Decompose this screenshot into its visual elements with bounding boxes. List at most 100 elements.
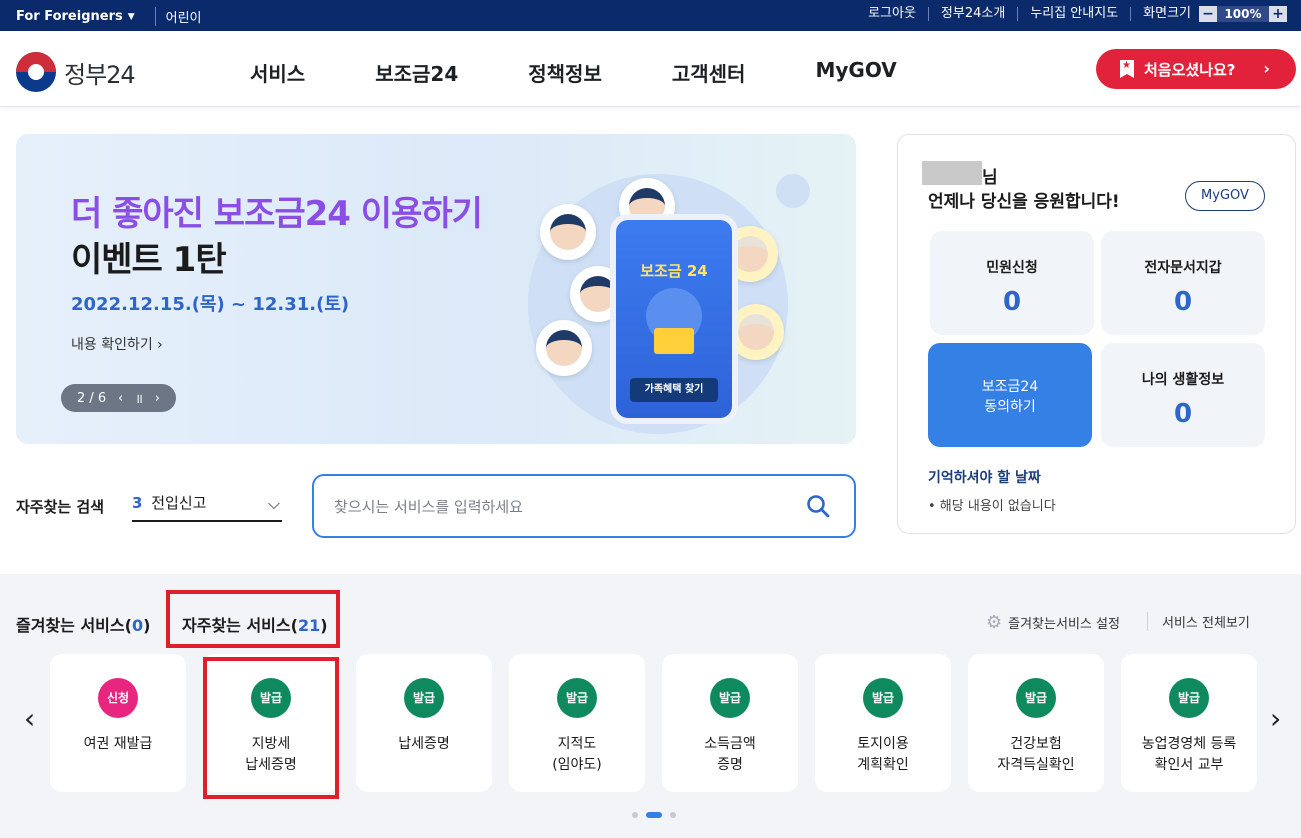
banner-date: 2022.12.15.(목) ~ 12.31.(토) [71, 294, 350, 315]
carousel-dot-active[interactable] [646, 812, 662, 818]
tile-count: 0 [1002, 287, 1022, 317]
chevron-right-icon: › [1263, 59, 1270, 78]
service-search-box [312, 474, 856, 538]
logo-text: 정부24 [64, 60, 136, 89]
tile-applications[interactable]: 민원신청 0 [930, 231, 1094, 335]
tile-count: 0 [1173, 399, 1193, 429]
status-badge: 발급 [1016, 678, 1056, 718]
status-badge: 신청 [98, 678, 138, 718]
service-card[interactable]: 발급 지적도 (임야도) [509, 654, 645, 792]
top-left-links: For Foreigners ▼ 어린이 [16, 7, 202, 26]
remember-dates-title[interactable]: 기억하셔야 할 날짜 [928, 467, 1041, 487]
global-nav: 서비스 보조금24 정책정보 고객센터 MyGOV [250, 58, 967, 87]
frequent-search-rank: 3 [132, 494, 143, 512]
nav-customer-center[interactable]: 고객센터 [672, 58, 746, 87]
carousel-dots [632, 812, 684, 818]
name-suffix: 님 [982, 168, 998, 188]
carousel-dot[interactable] [632, 812, 638, 818]
search-icon[interactable] [806, 494, 830, 518]
person-face-icon [540, 204, 596, 260]
banner-headline: 더 좋아진 보조금24 이용하기 [71, 194, 483, 234]
top-right-links: 로그아웃 정부24소개 누리집 안내지도 화면크기 − 100% + [856, 6, 1287, 22]
nav-subsidy24[interactable]: 보조금24 [375, 58, 458, 87]
carousel-dot[interactable] [670, 812, 676, 818]
masked-user-name [922, 161, 982, 185]
service-card[interactable]: 발급 소득금액 증명 [662, 654, 798, 792]
nav-services[interactable]: 서비스 [250, 58, 305, 87]
status-badge: 발급 [557, 678, 597, 718]
frequent-search-value: 전입신고 [151, 494, 207, 512]
settings-label: 즐겨찾는서비스 설정 [1008, 617, 1120, 632]
next-slide-icon[interactable]: › [155, 391, 160, 406]
phone-illustration: 보조금 24 가족혜택 찾기 [610, 214, 738, 424]
gift-icon [654, 328, 694, 354]
service-label: 소득금액 증명 [704, 736, 756, 773]
tile-label: 나의 생활정보 [1141, 372, 1225, 388]
pause-icon[interactable]: ॥ [135, 389, 143, 407]
chevron-left-icon[interactable]: ‹ [24, 702, 35, 735]
logout-link[interactable]: 로그아웃 [856, 7, 929, 21]
top-utility-bar: For Foreigners ▼ 어린이 로그아웃 정부24소개 누리집 안내지… [0, 0, 1301, 31]
first-visit-label: 처음오셨나요? [1144, 60, 1236, 79]
pager-count: 2 / 6 [76, 390, 107, 406]
prev-slide-icon[interactable]: ‹ [118, 391, 123, 406]
search-input[interactable] [334, 492, 774, 522]
service-label: 토지이용 계획확인 [857, 736, 909, 773]
status-badge: 발급 [404, 678, 444, 718]
service-label: 농업경영체 등록 확인서 교부 [1141, 736, 1237, 773]
caret-down-icon[interactable]: ▼ [128, 12, 135, 22]
tile-life-info[interactable]: 나의 생활정보 0 [1101, 343, 1265, 447]
main-header: 정부24 서비스 보조금24 정책정보 고객센터 MyGOV 처음오셨나요? › [0, 31, 1301, 107]
view-all-services-link[interactable]: 서비스 전체보기 [1147, 612, 1250, 631]
nav-policy[interactable]: 정책정보 [528, 58, 602, 87]
zoom-in-button[interactable]: + [1269, 6, 1287, 22]
highlight-box [203, 657, 339, 799]
favorites-count: 0 [131, 616, 144, 635]
service-card[interactable]: 발급 농업경영체 등록 확인서 교부 [1121, 654, 1257, 792]
mygov-button[interactable]: MyGOV [1185, 181, 1265, 211]
banner-pager: 2 / 6 ‹ ॥ › [61, 384, 176, 412]
nav-mygov[interactable]: MyGOV [815, 58, 896, 87]
site-logo[interactable]: 정부24 [16, 52, 136, 92]
for-foreigners-link[interactable]: For Foreigners [16, 9, 123, 24]
person-face-icon [536, 320, 592, 376]
status-badge: 발급 [1169, 678, 1209, 718]
user-panel: 님 언제나 당신을 응원합니다! MyGOV 민원신청 0 전자문서지갑 0 보… [897, 134, 1296, 534]
zoom-control: − 100% + [1199, 6, 1287, 22]
kids-link[interactable]: 어린이 [154, 7, 202, 26]
service-label: 여권 재발급 [83, 736, 153, 752]
chevron-down-icon: ⌵ [267, 494, 280, 513]
service-label: 납세증명 [398, 736, 450, 752]
tile-e-document-wallet[interactable]: 전자문서지갑 0 [1101, 231, 1265, 335]
banner-more-link[interactable]: 내용 확인하기 › [71, 334, 163, 354]
event-banner[interactable]: 더 좋아진 보조금24 이용하기 이벤트 1탄 2022.12.15.(목) ~… [16, 134, 856, 444]
service-card[interactable]: 발급 토지이용 계획확인 [815, 654, 951, 792]
gear-icon: ⚙ [986, 612, 1003, 633]
tile-label: 보조금24 동의하기 [981, 379, 1039, 415]
banner-subheadline: 이벤트 1탄 [71, 240, 227, 280]
service-card[interactable]: 발급 건강보험 자격득실확인 [968, 654, 1104, 792]
chevron-right-icon[interactable]: › [1270, 702, 1281, 735]
phone-title: 보조금 24 [640, 262, 708, 280]
frequent-search-select[interactable]: 3 전입신고 ⌵ [132, 492, 282, 522]
sitemap-link[interactable]: 누리집 안내지도 [1018, 7, 1132, 21]
highlight-box [166, 590, 340, 648]
tile-label: 민원신청 [986, 260, 1038, 276]
about-link[interactable]: 정부24소개 [929, 7, 1019, 21]
phone-button: 가족혜택 찾기 [630, 378, 718, 402]
taegeuk-logo-icon [16, 52, 56, 92]
zoom-value: 100% [1217, 6, 1269, 22]
zoom-out-button[interactable]: − [1199, 6, 1217, 22]
tile-count: 0 [1173, 287, 1193, 317]
service-label: 지적도 (임야도) [552, 736, 602, 773]
tab-favorite-services[interactable]: 즐겨찾는 서비스(0) [16, 612, 150, 636]
tile-subsidy-consent[interactable]: 보조금24 동의하기 [928, 343, 1092, 447]
services-section: 즐겨찾는 서비스(0) 자주찾는 서비스(21) ⚙ 즐겨찾는서비스 설정 서비… [0, 574, 1301, 838]
favorite-settings-link[interactable]: ⚙ 즐겨찾는서비스 설정 [986, 612, 1120, 633]
tile-label: 전자문서지갑 [1144, 260, 1222, 276]
first-visit-button[interactable]: 처음오셨나요? › [1096, 49, 1296, 89]
banner-decoration-dot [776, 174, 810, 208]
service-label: 건강보험 자격득실확인 [997, 736, 1075, 773]
service-card[interactable]: 발급 납세증명 [356, 654, 492, 792]
service-card[interactable]: 신청 여권 재발급 [50, 654, 186, 792]
